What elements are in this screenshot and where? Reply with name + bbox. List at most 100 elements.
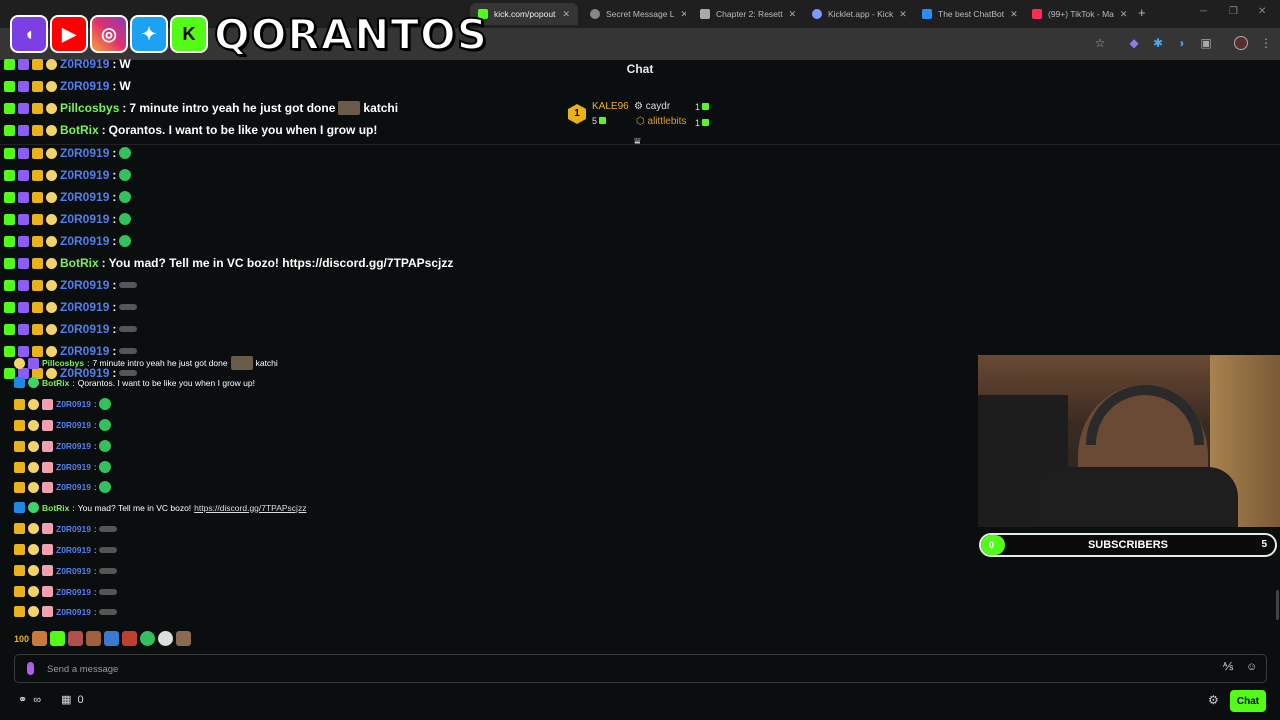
chat-username[interactable]: Pillcosbys	[42, 358, 84, 368]
close-tab-icon[interactable]: ✕	[899, 9, 907, 20]
translate-icon[interactable]: ⅍	[1223, 661, 1233, 673]
chat-username[interactable]: Z0R0919	[60, 212, 109, 226]
green-emote-icon	[119, 147, 132, 159]
dark-emote-icon	[99, 525, 118, 532]
new-tab-button[interactable]: +	[1138, 5, 1146, 20]
emote-icon[interactable]	[122, 631, 138, 646]
chat-username[interactable]: Z0R0919	[56, 482, 91, 492]
chat-username[interactable]: BotRix	[60, 123, 99, 137]
gift-sub-icon[interactable]: ▦	[61, 693, 71, 706]
emote-icon[interactable]	[32, 631, 48, 646]
gifter-name[interactable]: ⚙ caydr	[634, 101, 670, 112]
tab-secret-message[interactable]: Secret Message L ✕	[582, 3, 686, 25]
chat-username[interactable]: BotRix	[60, 256, 99, 270]
kick-badge-icon	[4, 102, 15, 114]
kick-badge-icon	[4, 235, 15, 247]
chat-username[interactable]: Pillcosbys	[60, 101, 119, 115]
chat-separator: :	[112, 212, 117, 226]
extensions-puzzle-icon[interactable]: ▣	[1199, 36, 1213, 50]
crown-badge-icon	[14, 586, 25, 597]
microphone-icon[interactable]	[27, 662, 34, 675]
send-chat-button[interactable]: Chat	[1230, 690, 1266, 712]
100-emote-icon[interactable]: 100	[14, 634, 29, 644]
tab-label: (99+) TikTok - Ma	[1048, 9, 1114, 19]
chat-message-tail: katchi	[363, 101, 399, 115]
chat-separator: :	[93, 441, 97, 451]
message-input[interactable]	[47, 660, 1197, 678]
chat-username[interactable]: Z0R0919	[60, 300, 109, 314]
audio-extension-icon[interactable]: ◗	[1175, 36, 1189, 50]
gift-sub-count: 0	[77, 693, 84, 706]
emote-icon[interactable]	[140, 631, 156, 646]
skull-emote-icon[interactable]	[158, 631, 174, 646]
chat-username[interactable]: Z0R0919	[56, 566, 91, 576]
emote-icon[interactable]	[68, 631, 84, 646]
chat-separator: :	[87, 358, 90, 368]
minimize-icon[interactable]: ─	[1200, 6, 1207, 17]
chat-username[interactable]: Z0R0919	[56, 607, 91, 617]
gifter-count: 5	[592, 116, 607, 126]
chat-username[interactable]: BotRix	[42, 503, 69, 513]
emote-icon[interactable]	[176, 631, 192, 646]
chat-separator: :	[112, 278, 117, 292]
top-gifter-badge-icon: 1	[568, 104, 586, 124]
tab-kicklet[interactable]: Kicklet.app - Kick ✕	[804, 3, 910, 25]
chat-username[interactable]: Z0R0919	[56, 441, 91, 451]
chat-username[interactable]: BotRix	[42, 378, 69, 388]
window-close-icon[interactable]: ✕	[1258, 6, 1266, 17]
chat-username[interactable]: Z0R0919	[60, 146, 109, 160]
chat-username[interactable]: Z0R0919	[60, 79, 109, 93]
banana-badge-icon	[28, 481, 39, 493]
chat-scrollbar[interactable]	[1276, 590, 1279, 620]
tab-tiktok[interactable]: (99+) TikTok - Ma ✕	[1024, 3, 1130, 25]
extension-icon[interactable]: ◆	[1127, 36, 1141, 50]
gifter-name[interactable]: ⬡ alittlebits	[636, 116, 686, 127]
chat-separator: :	[93, 586, 97, 597]
chat-settings-gear-icon[interactable]: ⚙	[1208, 693, 1219, 707]
settings-share-icon[interactable]: ⚭	[18, 693, 27, 706]
gift-badge-icon	[42, 586, 53, 597]
close-tab-icon[interactable]: ✕	[789, 9, 797, 20]
chat-username[interactable]: Z0R0919	[60, 190, 109, 204]
emoji-icon[interactable]: ☺	[1246, 661, 1257, 673]
maximize-icon[interactable]: ❐	[1229, 6, 1238, 17]
chat-separator: :	[101, 123, 106, 137]
chat-username[interactable]: Z0R0919	[60, 322, 109, 336]
chat-message-row: Z0R0919:	[14, 565, 118, 576]
chat-username[interactable]: Z0R0919	[60, 57, 109, 71]
close-tab-icon[interactable]: ✕	[1010, 9, 1018, 20]
green-emote-icon	[119, 213, 132, 225]
chat-username[interactable]: Z0R0919	[56, 420, 91, 430]
chat-username[interactable]: Z0R0919	[60, 234, 109, 248]
chat-separator: :	[93, 420, 97, 430]
close-tab-icon[interactable]: ✕	[1120, 9, 1128, 20]
chat-username[interactable]: Z0R0919	[60, 168, 109, 182]
crown-badge-icon	[32, 80, 43, 92]
chat-separator: :	[93, 606, 97, 617]
chat-username[interactable]: Z0R0919	[56, 462, 91, 472]
chat-username[interactable]: Z0R0919	[56, 587, 91, 597]
chat-username[interactable]: Z0R0919	[56, 524, 91, 534]
translate-extension-icon[interactable]: ✱	[1151, 36, 1165, 50]
tab-chapter-2[interactable]: Chapter 2: Resett ✕	[692, 3, 798, 25]
bookmark-star-icon[interactable]: ☆	[1093, 36, 1107, 50]
gift-icon	[702, 119, 710, 126]
infinity-icon[interactable]: ∞	[33, 694, 41, 706]
chat-link[interactable]: https://discord.gg/7TPAPscjzz	[194, 503, 306, 513]
sub-badge-icon	[18, 102, 29, 114]
chat-username[interactable]: Z0R0919	[56, 399, 91, 409]
close-tab-icon[interactable]: ✕	[562, 9, 570, 20]
chat-username[interactable]: Z0R0919	[60, 278, 109, 292]
emote-icon[interactable]	[104, 631, 120, 646]
profile-avatar[interactable]	[1234, 36, 1248, 50]
gifter-name[interactable]: KALE96	[592, 101, 629, 112]
close-tab-icon[interactable]: ✕	[681, 9, 686, 20]
browser-menu-icon[interactable]: ⋮	[1259, 36, 1273, 50]
tab-chatbot[interactable]: The best ChatBot ✕	[914, 3, 1020, 25]
kick-badge-icon	[4, 213, 15, 225]
expand-pinned-icon[interactable]: ⩸	[634, 136, 641, 149]
chat-username[interactable]: Z0R0919	[56, 545, 91, 555]
chat-overlay-row: Z0R0919:	[4, 300, 138, 314]
emote-icon[interactable]	[50, 631, 66, 646]
emote-icon[interactable]	[86, 631, 102, 646]
